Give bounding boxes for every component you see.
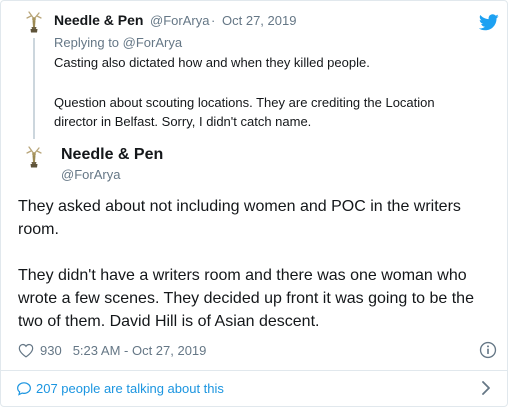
parent-tweet-date[interactable]: Oct 27, 2019 bbox=[222, 13, 296, 28]
conversation-link[interactable]: 207 people are talking about this bbox=[16, 377, 224, 399]
parent-tweet-text-line: Casting also dictated how and when they … bbox=[54, 55, 370, 70]
tweet-text-line: two of them. David Hill is of Asian desc… bbox=[18, 313, 320, 330]
speech-bubble-icon bbox=[17, 381, 31, 396]
heart-icon[interactable] bbox=[18, 343, 34, 358]
tweet-text-line: wrote a few scenes. They decided up fron… bbox=[18, 290, 474, 307]
replying-to-handle-link[interactable]: @ForArya bbox=[123, 35, 182, 50]
chevron-right-icon[interactable] bbox=[481, 380, 491, 396]
tweet-meta-row: 930 5:23 AM - Oct 27, 2019 bbox=[18, 340, 206, 360]
emmy-statuette-icon[interactable] bbox=[23, 10, 45, 34]
emmy-statuette-icon[interactable] bbox=[23, 145, 45, 169]
replying-to-line: Replying to @ForArya bbox=[54, 35, 182, 50]
author-handle[interactable]: @ForArya bbox=[61, 167, 120, 182]
parent-tweet-text-line: director in Belfast. Sorry, I didn't cat… bbox=[54, 114, 312, 129]
replying-to-label: Replying to bbox=[54, 35, 120, 50]
author-name[interactable]: Needle & Pen bbox=[61, 146, 163, 164]
footer-divider bbox=[1, 370, 507, 371]
conversation-label: 207 people are talking about this bbox=[36, 380, 224, 396]
twitter-bird-icon[interactable] bbox=[479, 14, 499, 31]
tweet-text-line: room. bbox=[18, 221, 59, 238]
tweet-text-line: They asked about not including women and… bbox=[18, 198, 461, 215]
like-count[interactable]: 930 bbox=[40, 343, 62, 358]
embedded-tweet-card: Needle & Pen @ForArya · Oct 27, 2019 Rep… bbox=[0, 0, 508, 407]
thread-connector-line bbox=[33, 38, 35, 139]
separator-dot: · bbox=[211, 13, 216, 28]
parent-tweet-text-line: Question about scouting locations. They … bbox=[54, 95, 435, 110]
tweet-text-line: They didn't have a writers room and ther… bbox=[18, 267, 467, 284]
parent-author-handle[interactable]: @ForArya bbox=[150, 13, 209, 28]
parent-tweet[interactable]: Needle & Pen @ForArya · Oct 27, 2019 Rep… bbox=[1, 1, 507, 141]
info-icon[interactable] bbox=[479, 341, 497, 359]
parent-author-name[interactable]: Needle & Pen bbox=[54, 12, 143, 28]
tweet-timestamp[interactable]: 5:23 AM - Oct 27, 2019 bbox=[73, 343, 207, 358]
